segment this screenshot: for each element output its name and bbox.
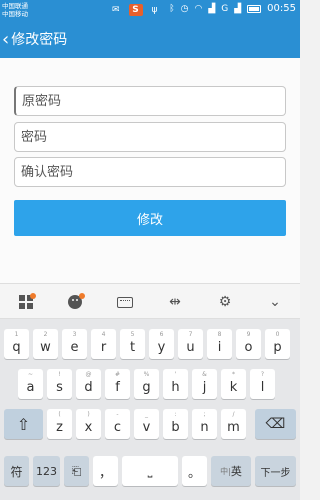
grid-icon[interactable] xyxy=(16,293,36,311)
usb-icon: ψ xyxy=(151,4,158,15)
symbols-key[interactable]: 符 xyxy=(4,456,29,486)
shift-key[interactable]: ⇧ xyxy=(4,409,43,439)
period-key[interactable]: 。 xyxy=(182,456,207,486)
bluetooth-icon: ᛒ xyxy=(169,3,175,14)
gear-icon[interactable]: ⚙ xyxy=(215,293,235,311)
page-title: 修改密码 xyxy=(11,32,68,48)
numbers-key[interactable]: 123 xyxy=(33,456,60,486)
space-icon: ⎵ xyxy=(147,463,153,478)
language-switch-key[interactable]: ⎗ xyxy=(64,456,89,486)
status-bar: 中国联通 中国移动 ✉ S ψ ᛒ ◷ ◠ ▟ G ▟ 00:55 xyxy=(0,0,300,20)
key-g[interactable]: % g xyxy=(134,369,159,399)
battery-icon xyxy=(247,5,262,13)
backspace-icon: ⌫ xyxy=(265,416,286,432)
app-header: ‹ 修改密码 xyxy=(0,20,300,58)
key-q[interactable]: 1q xyxy=(4,329,29,359)
confirm-password-input[interactable] xyxy=(15,158,285,186)
key-h[interactable]: ' h xyxy=(163,369,188,399)
key-k[interactable]: * k xyxy=(221,369,246,399)
confirm-password-field xyxy=(14,157,286,187)
key-s[interactable]: ! s xyxy=(47,369,72,399)
change-password-form: 修改 xyxy=(0,58,300,283)
keyboard: 1q 2w 3e 4r 5t 6y 7u 8i 9o 0p ~ a ! s @ d #… xyxy=(0,319,300,500)
key-c[interactable]: -c xyxy=(105,409,130,439)
new-password-input[interactable] xyxy=(15,123,285,151)
wifi-icon: ◠ xyxy=(194,3,203,14)
lang-en-label: 英 xyxy=(230,465,242,478)
envelope-icon: ✉ xyxy=(112,4,120,15)
key-r[interactable]: 4r xyxy=(91,329,116,359)
old-password-field xyxy=(14,86,286,116)
old-password-input[interactable] xyxy=(16,87,285,115)
network-type: G xyxy=(221,3,229,14)
chevron-left-icon: ‹ xyxy=(2,28,10,50)
cursor-icon[interactable]: ⇹ xyxy=(165,293,185,311)
key-y[interactable]: 6y xyxy=(149,329,174,359)
key-z[interactable]: (z xyxy=(47,409,72,439)
key-j[interactable]: & j xyxy=(192,369,217,399)
notification-dot xyxy=(30,293,36,299)
keyboard-toolbar: ⇹ ⚙ ⌄ xyxy=(0,283,300,319)
back-button[interactable]: ‹ 修改密码 xyxy=(2,20,67,58)
sogou-icon: S xyxy=(128,4,143,16)
chevron-down-icon[interactable]: ⌄ xyxy=(265,293,285,311)
key-a[interactable]: ~ a xyxy=(18,369,43,399)
alarm-icon: ◷ xyxy=(180,3,189,14)
new-password-field xyxy=(14,122,286,152)
backspace-key[interactable]: ⌫ xyxy=(255,409,296,439)
key-e[interactable]: 3e xyxy=(62,329,87,359)
key-b[interactable]: :b xyxy=(163,409,188,439)
carrier-1: 中国联通 xyxy=(2,2,28,10)
key-o[interactable]: 9o xyxy=(236,329,261,359)
notification-dot xyxy=(79,293,85,299)
keyboard-icon[interactable] xyxy=(115,293,135,311)
key-d[interactable]: @ d xyxy=(76,369,101,399)
emoji-icon[interactable] xyxy=(65,293,85,311)
key-v[interactable]: _ v xyxy=(134,409,159,439)
status-right: ᛒ ◷ ◠ ▟ G ▟ 00:55 xyxy=(169,4,296,14)
book-icon: ⎗ xyxy=(71,463,82,478)
signal-icon: ▟ xyxy=(208,3,216,14)
next-key[interactable]: 下一步 xyxy=(255,456,296,486)
key-n[interactable]: ; n xyxy=(192,409,217,439)
shift-icon: ⇧ xyxy=(16,414,31,434)
comma-key[interactable]: ， xyxy=(93,456,118,486)
space-key[interactable]: ⎵ xyxy=(122,456,178,486)
submit-button[interactable]: 修改 xyxy=(14,200,286,236)
cn-en-toggle-key[interactable]: 中 | 英 xyxy=(211,456,251,486)
key-i[interactable]: 8i xyxy=(207,329,232,359)
key-x[interactable]: ) x xyxy=(76,409,101,439)
key-u[interactable]: 7u xyxy=(178,329,203,359)
key-l[interactable]: ? l xyxy=(250,369,275,399)
lang-cn-label: 中 xyxy=(220,466,229,476)
key-t[interactable]: 5t xyxy=(120,329,145,359)
carrier-labels: 中国联通 中国移动 xyxy=(2,2,28,18)
key-f[interactable]: # f xyxy=(105,369,130,399)
signal-2-icon: ▟ xyxy=(234,3,242,14)
clock: 00:55 xyxy=(267,3,296,14)
status-icons: ✉ S ψ xyxy=(112,4,157,16)
key-p[interactable]: 0p xyxy=(265,329,290,359)
key-m[interactable]: / m xyxy=(221,409,246,439)
carrier-2: 中国移动 xyxy=(2,10,28,18)
key-w[interactable]: 2w xyxy=(33,329,58,359)
